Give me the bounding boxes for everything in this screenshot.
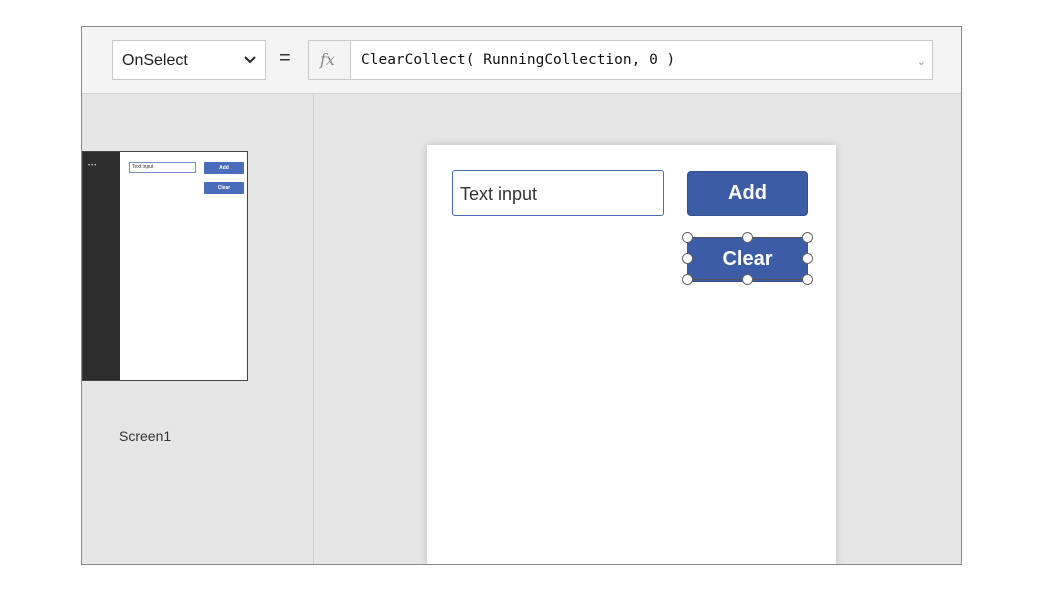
clear-button[interactable]: Clear [687,237,808,282]
property-dropdown[interactable]: OnSelect [112,40,266,80]
fx-button[interactable]: fx [308,40,351,80]
formula-text: ClearCollect( RunningCollection, 0 ) [361,52,676,68]
thumbnail-text-input: Text input [129,162,196,173]
add-button[interactable]: Add [687,171,808,216]
screen-name-label[interactable]: Screen1 [119,428,171,444]
formula-input[interactable]: ClearCollect( RunningCollection, 0 ) ⌄ [350,40,933,80]
more-options-icon[interactable]: ••• [88,163,97,169]
thumbnail-add-button: Add [204,162,244,174]
thumbnail-clear-button: Clear [204,182,244,194]
screen-thumbnail[interactable]: ••• Text input Add Clear [82,151,248,381]
property-dropdown-value: OnSelect [122,52,188,69]
app-canvas: Text input Add Clear [427,145,836,564]
text-input-control[interactable]: Text input [452,170,664,216]
screens-panel: ••• Text input Add Clear Screen1 [82,94,314,564]
thumbnail-sidebar: ••• [83,152,120,380]
expand-formula-icon[interactable]: ⌄ [917,55,926,68]
formula-bar: OnSelect = fx ClearCollect( RunningColle… [82,27,961,94]
text-input-value: Text input [460,184,538,204]
app-studio-window: OnSelect = fx ClearCollect( RunningColle… [81,26,962,565]
chevron-down-icon [244,56,256,64]
function-icon: fx [320,50,335,69]
equals-sign: = [279,47,291,69]
